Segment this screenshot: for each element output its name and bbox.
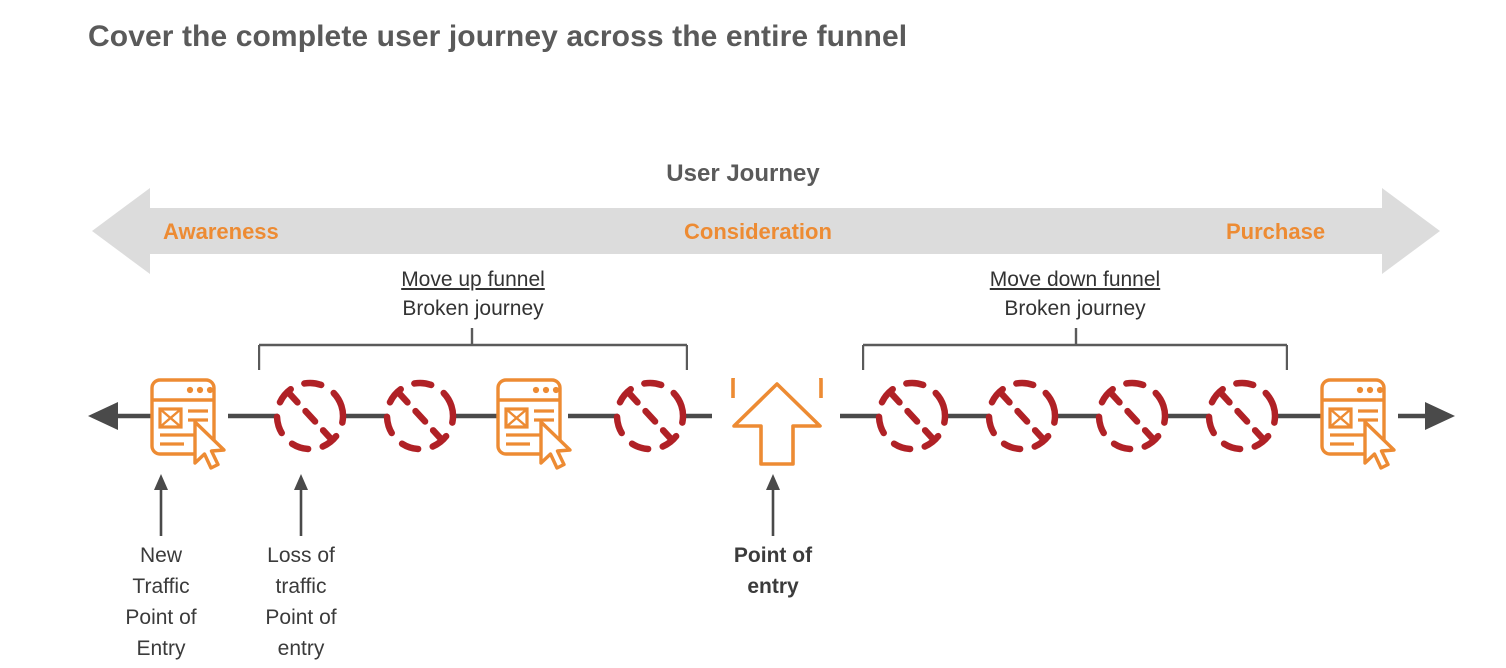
broken-journey-icon <box>268 378 351 458</box>
callout-point-of-entry: Point of entry <box>713 474 833 602</box>
bracket-down-shape <box>862 328 1288 370</box>
bracket-up-title-text: Move up funnel <box>401 268 545 291</box>
callout-new-traffic: New Traffic Point of Entry <box>105 474 217 664</box>
journey-stage-awareness: Awareness <box>163 219 279 244</box>
bracket-down-title-text: Move down funnel <box>989 268 1161 291</box>
callout-arrow-icon <box>154 474 168 536</box>
slide-canvas: Cover the complete user journey across t… <box>0 0 1506 668</box>
broken-journey-icon <box>980 378 1063 458</box>
bracket-down-title: Move down funnel <box>862 268 1288 292</box>
callout-point-of-entry-label: Point of entry <box>733 544 813 598</box>
journey-heading: User Journey <box>0 160 1506 188</box>
bracket-down-subtitle: Broken journey <box>1004 297 1146 320</box>
webpage-cursor-icon <box>150 378 226 470</box>
broken-journey-icon <box>870 378 953 458</box>
callout-arrow-icon <box>766 474 780 536</box>
bracket-up-subtitle: Broken journey <box>402 297 544 320</box>
broken-journey-icon <box>378 378 461 458</box>
callout-loss-traffic: Loss of traffic Point of entry <box>243 474 359 664</box>
arrow-left-icon <box>88 402 118 430</box>
callout-loss-traffic-label: Loss of traffic Point of entry <box>265 544 337 660</box>
arrow-right-icon <box>1425 402 1455 430</box>
bracket-up-shape <box>258 328 688 370</box>
journey-stage-consideration: Consideration <box>684 219 832 244</box>
callout-arrow-icon <box>294 474 308 536</box>
broken-journey-icon <box>1090 378 1173 458</box>
journey-stage-purchase: Purchase <box>1226 219 1326 244</box>
page-title: Cover the complete user journey across t… <box>88 20 908 53</box>
journey-timeline <box>0 378 1506 478</box>
bracket-up-title: Move up funnel <box>258 268 688 292</box>
entry-point-arrow-icon <box>731 378 823 466</box>
webpage-cursor-icon <box>496 378 572 470</box>
broken-journey-icon <box>1200 378 1283 458</box>
broken-journey-icon <box>608 378 691 458</box>
callout-new-traffic-label: New Traffic Point of Entry <box>125 544 197 660</box>
webpage-cursor-icon <box>1320 378 1396 470</box>
journey-heading-label: User Journey <box>666 160 820 187</box>
